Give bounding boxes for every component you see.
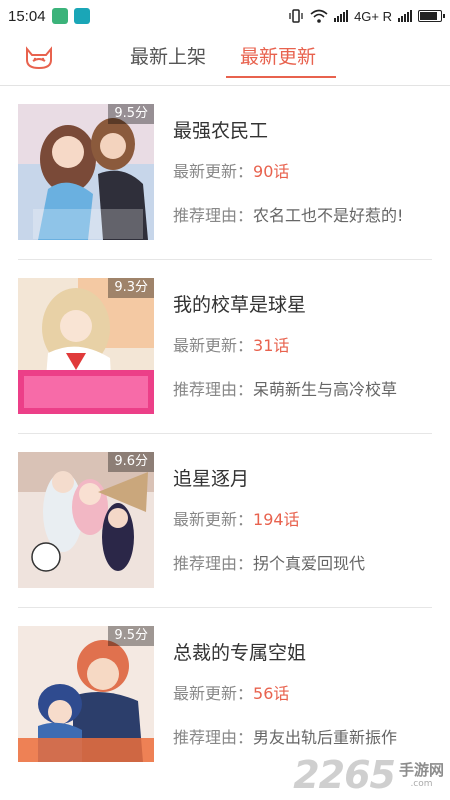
status-left: 15:04	[8, 8, 90, 25]
reason-label: 推荐理由：	[173, 206, 254, 225]
scan-app-icon	[73, 8, 90, 24]
network-label: 4G+ R	[354, 8, 392, 24]
latest-chapter: 90话	[253, 162, 290, 181]
reason-label: 推荐理由：	[173, 728, 254, 747]
comic-cover[interactable]: 9.5分	[18, 104, 154, 240]
recommend-reason: 推荐理由：男友出轨后重新振作	[173, 724, 397, 748]
comic-list: 9.5分 最强农民工 最新更新：90话 推荐理由：农名工也不是好惹的! 9.3分…	[0, 86, 450, 782]
comic-cover[interactable]: 9.3分	[18, 278, 154, 414]
status-time: 15:04	[8, 7, 46, 25]
comic-cover[interactable]: 9.5分	[18, 626, 154, 762]
score-badge: 9.3分	[108, 278, 154, 298]
watermark-en: .com	[410, 779, 433, 789]
list-item[interactable]: 9.5分 最强农民工 最新更新：90话 推荐理由：农名工也不是好惹的!	[0, 86, 450, 260]
signal-icon-2	[398, 10, 412, 22]
recommend-reason: 推荐理由：呆萌新生与高冷校草	[173, 376, 397, 400]
reason-label: 推荐理由：	[173, 554, 254, 573]
cover-art-4	[18, 626, 154, 762]
latest-update: 最新更新：31话	[173, 332, 289, 356]
watermark-cn: 手游网	[398, 761, 444, 779]
latest-chapter: 56话	[253, 684, 290, 703]
site-watermark: 2265 手游网 .com	[293, 756, 444, 794]
cover-art-2	[18, 278, 154, 414]
reason-text: 呆萌新生与高冷校草	[253, 380, 398, 399]
comic-title: 我的校草是球星	[173, 294, 307, 316]
status-bar: 15:04 4G+ R	[0, 0, 450, 32]
latest-label: 最新更新：	[173, 510, 254, 529]
battery-icon	[418, 10, 445, 22]
top-header: 最新上架 最新更新	[0, 32, 450, 86]
vibrate-icon	[289, 9, 303, 23]
latest-update: 最新更新：56话	[173, 680, 289, 704]
latest-label: 最新更新：	[173, 336, 254, 355]
latest-chapter: 31话	[253, 336, 290, 355]
list-item[interactable]: 9.3分 我的校草是球星 最新更新：31话 推荐理由：呆萌新生与高冷校草	[0, 260, 450, 434]
comic-cover[interactable]: 9.6分	[18, 452, 154, 588]
reason-text: 农名工也不是好惹的!	[253, 206, 404, 225]
active-tab-indicator	[226, 76, 336, 78]
cover-art-3	[18, 452, 154, 588]
score-badge: 9.5分	[108, 104, 154, 124]
latest-chapter: 194话	[253, 510, 300, 529]
tab-newest-shelf[interactable]: 最新上架	[130, 44, 206, 70]
score-badge: 9.6分	[108, 452, 154, 472]
watermark-logo-number: 2265	[293, 753, 396, 797]
recommend-reason: 推荐理由：农名工也不是好惹的!	[173, 202, 403, 226]
cat-face-logo-icon[interactable]	[24, 46, 54, 70]
wifi-icon	[310, 9, 328, 23]
latest-update: 最新更新：90话	[173, 158, 289, 182]
status-right: 4G+ R	[288, 8, 445, 24]
recommend-reason: 推荐理由：拐个真爱回现代	[173, 550, 365, 574]
comic-title: 追星逐月	[173, 468, 250, 490]
latest-label: 最新更新：	[173, 684, 254, 703]
reason-text: 拐个真爱回现代	[253, 554, 366, 573]
comic-title: 最强农民工	[173, 120, 269, 142]
reason-label: 推荐理由：	[173, 380, 254, 399]
watermark-text: 手游网 .com	[399, 762, 444, 790]
shield-app-icon	[51, 8, 68, 24]
list-item[interactable]: 9.6分 追星逐月 最新更新：194话 推荐理由：拐个真爱回现代	[0, 434, 450, 608]
tab-newest-update[interactable]: 最新更新	[240, 44, 316, 70]
comic-title: 总裁的专属空姐	[173, 642, 307, 664]
cover-art-1	[18, 104, 154, 240]
reason-text: 男友出轨后重新振作	[253, 728, 398, 747]
score-badge: 9.5分	[108, 626, 154, 646]
latest-update: 最新更新：194话	[173, 506, 300, 530]
latest-label: 最新更新：	[173, 162, 254, 181]
signal-icon	[334, 10, 349, 22]
